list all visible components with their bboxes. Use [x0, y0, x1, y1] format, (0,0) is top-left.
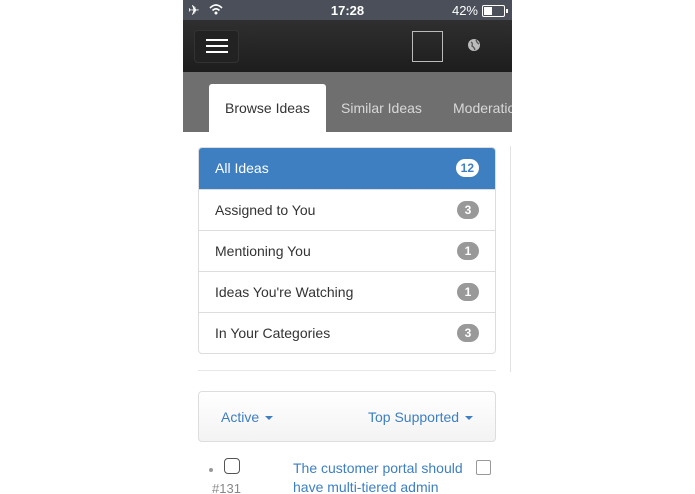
app-header [183, 20, 512, 72]
status-dropdown-label: Active [221, 409, 260, 425]
app-screen: ✈ 17:28 42% Browse Ideas Similar Ideas M… [183, 0, 512, 494]
status-dropdown[interactable]: Active [221, 409, 274, 425]
caret-down-icon [265, 416, 274, 421]
filter-item-watching[interactable]: Ideas You're Watching 1 [199, 271, 495, 312]
count-badge: 1 [457, 283, 479, 301]
tab-bar: Browse Ideas Similar Ideas Moderation [183, 72, 512, 132]
filter-item-label: All Ideas [215, 160, 269, 176]
battery-percent: 42% [451, 3, 478, 18]
idea-row: #131 The customer portal should have mul… [198, 446, 496, 494]
filter-item-categories[interactable]: In Your Categories 3 [199, 312, 495, 353]
filter-item-label: Assigned to You [215, 202, 316, 218]
sort-dropdown[interactable]: Top Supported [368, 409, 474, 425]
tab-moderation[interactable]: Moderation [453, 84, 512, 132]
main-content: All Ideas 12 Assigned to You 3 Mentionin… [183, 132, 512, 494]
hamburger-icon-line [206, 45, 228, 47]
square-button[interactable] [412, 31, 443, 62]
sort-dropdown-label: Top Supported [368, 409, 460, 425]
globe-icon[interactable] [467, 38, 481, 52]
status-bar: ✈ 17:28 42% [183, 0, 512, 20]
idea-title-link[interactable]: The customer portal should have multi-ti… [293, 459, 468, 494]
battery-icon [482, 5, 508, 17]
tab-browse-ideas[interactable]: Browse Ideas [209, 84, 326, 132]
column-divider [510, 146, 511, 372]
filter-list: All Ideas 12 Assigned to You 3 Mentionin… [198, 147, 496, 354]
hamburger-icon-line [206, 39, 228, 41]
tab-similar-ideas[interactable]: Similar Ideas [341, 84, 422, 132]
idea-number: #131 [212, 481, 241, 494]
filter-item-mentioning[interactable]: Mentioning You 1 [199, 230, 495, 271]
battery-nub [506, 9, 508, 13]
bullet-icon [209, 468, 213, 472]
idea-select-checkbox[interactable] [476, 460, 491, 475]
filter-item-all-ideas[interactable]: All Ideas 12 [199, 148, 495, 189]
count-badge: 3 [457, 201, 479, 219]
count-badge: 1 [457, 242, 479, 260]
filter-item-label: In Your Categories [215, 325, 331, 341]
battery-fill [484, 7, 492, 15]
caret-down-icon [465, 416, 474, 421]
count-badge: 3 [457, 324, 479, 342]
vote-button[interactable] [224, 458, 240, 474]
section-divider [198, 370, 496, 371]
count-badge: 12 [455, 159, 479, 177]
hamburger-icon-line [206, 51, 228, 53]
filter-item-assigned[interactable]: Assigned to You 3 [199, 189, 495, 230]
filter-item-label: Ideas You're Watching [215, 284, 354, 300]
menu-button[interactable] [194, 30, 239, 63]
filter-item-label: Mentioning You [215, 243, 311, 259]
sort-bar: Active Top Supported [198, 391, 496, 442]
